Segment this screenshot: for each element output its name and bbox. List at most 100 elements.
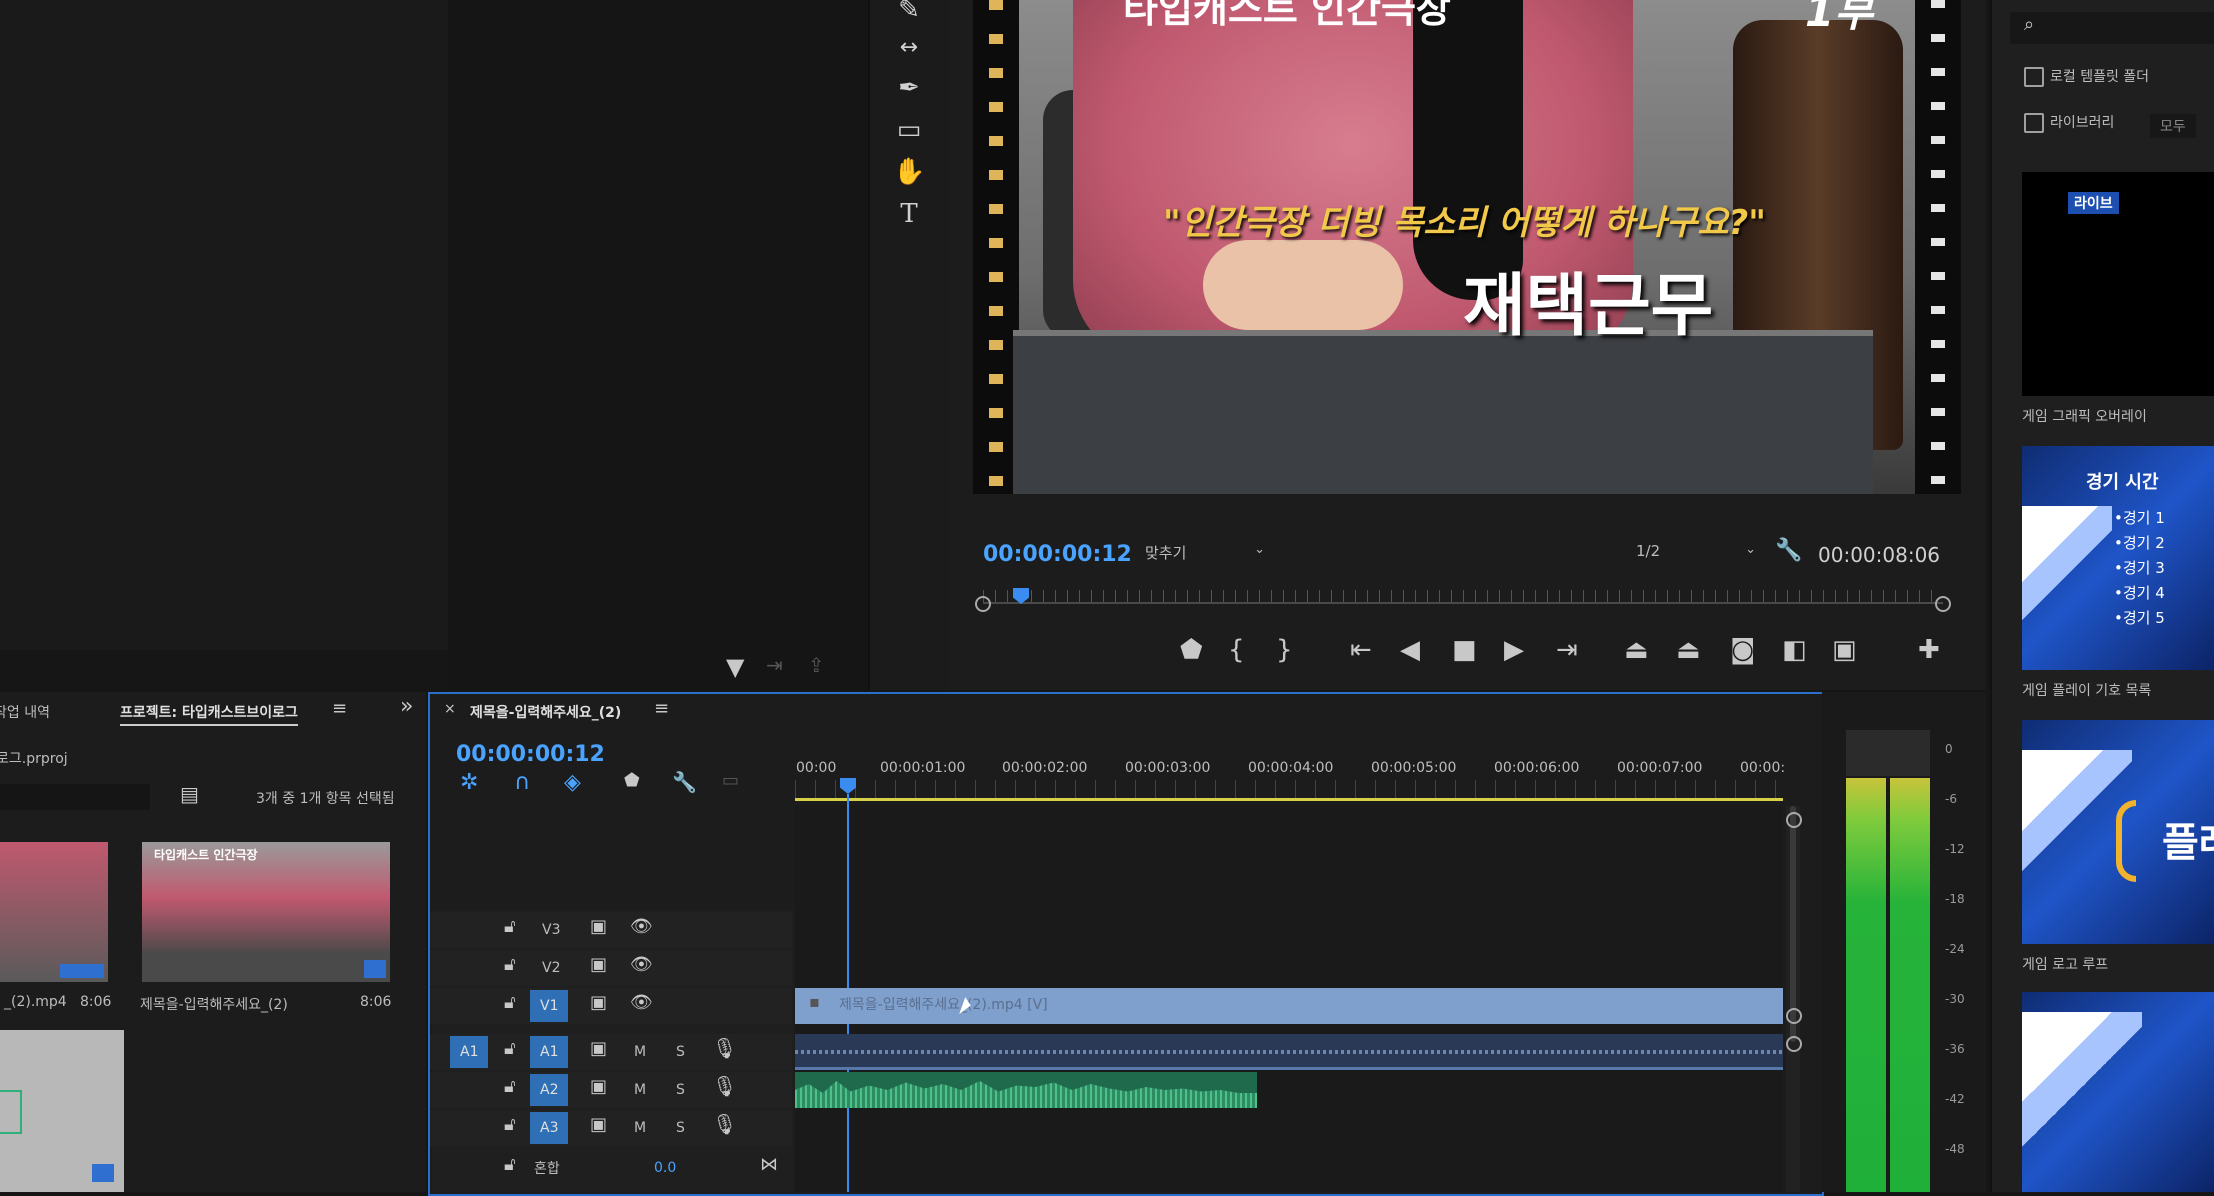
camera-icon[interactable]: ◙	[1730, 637, 1755, 663]
fit-dropdown[interactable]: 맞추기 ⌄	[1145, 542, 1265, 563]
snap-icon[interactable]: ∩	[514, 772, 530, 794]
extract-icon[interactable]: ⏏	[1676, 637, 1701, 663]
template-thumb[interactable]	[2022, 992, 2214, 1192]
zoom-handle[interactable]	[1786, 812, 1802, 828]
mute-button[interactable]: M	[634, 1044, 646, 1060]
scrub-end-handle[interactable]	[1935, 596, 1951, 612]
sync-icon[interactable]: ▣	[590, 918, 607, 936]
lock-icon[interactable]: 🔓︎	[504, 1078, 516, 1096]
mark-in-icon[interactable]: {	[1228, 637, 1245, 663]
pen-icon[interactable]: ✒	[893, 72, 925, 104]
rectangle-icon[interactable]: ▭	[893, 114, 925, 146]
mute-button[interactable]: M	[634, 1082, 646, 1098]
wrench-icon[interactable]: 🔧	[672, 772, 697, 792]
go-to-end-icon[interactable]: ⋈	[760, 1156, 778, 1174]
hamburger-icon[interactable]: ≡	[332, 700, 347, 718]
folder-icon[interactable]: ▤	[180, 784, 199, 804]
marker-icon[interactable]: ⬟	[624, 772, 640, 790]
project-item-thumb[interactable]: 타입캐스트 인간극장	[142, 842, 390, 982]
sync-icon[interactable]: ▣	[590, 994, 607, 1012]
lock-icon[interactable]: 🔓︎	[504, 1116, 516, 1134]
track-label[interactable]: V2	[542, 960, 560, 976]
lock-icon[interactable]: 🔓︎	[504, 956, 516, 974]
eye-icon[interactable]: 👁︎	[630, 918, 653, 936]
eye-icon[interactable]: 👁︎	[630, 956, 653, 974]
marker-icon[interactable]: ⬟	[1180, 637, 1203, 663]
double-chevron-right-icon[interactable]: »	[400, 696, 413, 718]
solo-button[interactable]: S	[676, 1044, 685, 1060]
lock-icon[interactable]: 🔓︎	[504, 1156, 516, 1174]
sync-icon[interactable]: ▣	[590, 1116, 607, 1134]
timeline-timecode[interactable]: 00:00:00:12	[456, 742, 605, 767]
mute-button[interactable]: M	[634, 1120, 646, 1136]
template-thumb[interactable]: 플레	[2022, 720, 2214, 944]
sync-icon[interactable]: ▣	[590, 1078, 607, 1096]
program-timecode[interactable]: 00:00:00:12	[983, 542, 1132, 567]
captions-icon[interactable]: ▭	[722, 772, 739, 790]
overwrite-icon[interactable]: ⇪	[808, 655, 825, 675]
microphone-icon[interactable]: 🎙︎	[712, 1076, 737, 1096]
ruler-ticks[interactable]	[795, 780, 1783, 798]
libraries-checkbox[interactable]: 라이브러리	[2024, 112, 2114, 133]
work-area-bar[interactable]	[795, 798, 1783, 801]
hand-icon[interactable]: ✋	[893, 156, 925, 188]
stop-icon[interactable]: ■	[1452, 637, 1477, 663]
type-icon[interactable]: T	[893, 198, 925, 230]
add-icon[interactable]: ✚	[1918, 637, 1940, 663]
resolution-dropdown[interactable]: 1/2 ⌄	[1636, 542, 1756, 560]
export-frame-icon[interactable]: ▣	[1832, 637, 1857, 663]
hamburger-icon[interactable]: ≡	[654, 700, 669, 718]
lock-icon[interactable]: 🔓︎	[504, 994, 516, 1012]
solo-button[interactable]: S	[676, 1082, 685, 1098]
solo-button[interactable]: S	[676, 1120, 685, 1136]
linked-selection-icon[interactable]: ◈	[564, 772, 581, 794]
audio-clip-a2[interactable]	[795, 1072, 1257, 1108]
insert-icon[interactable]: ⇥	[766, 655, 783, 675]
close-icon[interactable]: ×	[444, 702, 456, 716]
microphone-icon[interactable]: 🎙︎	[712, 1038, 737, 1058]
microphone-icon[interactable]: 🎙︎	[712, 1114, 737, 1134]
source-patch[interactable]: A1	[450, 1036, 489, 1068]
razor-icon[interactable]: ✎	[893, 0, 925, 26]
mix-value[interactable]: 0.0	[654, 1160, 676, 1176]
search-input[interactable]: ⌕	[2010, 12, 2214, 44]
video-clip[interactable]: ▪ 제목을-입력해주세요_(2).mp4 [V]	[795, 988, 1783, 1024]
go-to-in-icon[interactable]: ⇤	[1350, 637, 1372, 663]
wrench-icon[interactable]: 🔧	[1775, 540, 1802, 562]
mark-out-icon[interactable]: }	[1276, 637, 1293, 663]
track-label[interactable]: V1	[530, 990, 569, 1022]
compare-icon[interactable]: ◧	[1782, 637, 1807, 663]
track-label[interactable]: A3	[530, 1112, 569, 1144]
libraries-dropdown[interactable]: 모두	[2150, 114, 2196, 138]
play-icon[interactable]: ▶	[1504, 637, 1524, 663]
track-label[interactable]: A2	[530, 1074, 569, 1106]
project-search-input[interactable]	[0, 784, 150, 810]
eye-icon[interactable]: 👁︎	[630, 994, 653, 1012]
track-label[interactable]: A1	[530, 1036, 569, 1068]
zoom-handle[interactable]	[1786, 1008, 1802, 1024]
sync-icon[interactable]: ▣	[590, 956, 607, 974]
nest-icon[interactable]: ✲	[460, 772, 478, 794]
scrub-start-handle[interactable]	[975, 596, 991, 612]
project-item-thumb[interactable]	[0, 842, 108, 982]
timeline-tab[interactable]: 제목을-입력해주세요_(2)	[470, 702, 621, 722]
lock-icon[interactable]: 🔓︎	[504, 918, 516, 936]
audio-clip-a1[interactable]	[795, 1034, 1783, 1070]
project-item-thumb[interactable]	[0, 1030, 124, 1192]
go-to-out-icon[interactable]: ⇥	[1556, 637, 1578, 663]
lock-icon[interactable]: 🔓︎	[504, 1040, 516, 1058]
template-thumb[interactable]: 라이브	[2022, 172, 2214, 396]
step-back-icon[interactable]: ◀	[1400, 637, 1420, 663]
template-thumb[interactable]: 경기 시간 •경기 1 •경기 2 •경기 3 •경기 4 •경기 5	[2022, 446, 2214, 670]
slip-icon[interactable]: ↔	[893, 32, 925, 64]
program-scrub-bar[interactable]	[973, 588, 1953, 618]
local-templates-checkbox[interactable]: 로컬 템플릿 폴더	[2024, 66, 2149, 87]
filter-icon[interactable]: ▼	[726, 655, 744, 679]
sync-icon[interactable]: ▣	[590, 1040, 607, 1058]
tab-project[interactable]: 프로젝트: 타입캐스트브이로그	[120, 702, 298, 726]
timeline-scrollbar[interactable]	[1786, 806, 1800, 1192]
track-label[interactable]: V3	[542, 922, 560, 938]
tab-history[interactable]: 작업 내역	[0, 702, 50, 722]
lift-icon[interactable]: ⏏	[1624, 637, 1649, 663]
zoom-handle[interactable]	[1786, 1036, 1802, 1052]
